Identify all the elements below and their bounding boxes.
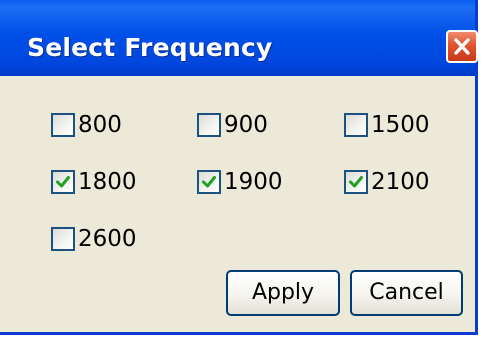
title-bar[interactable]: Select Frequency [0, 0, 478, 76]
checkbox-label: 1900 [224, 169, 283, 195]
checkbox-box[interactable] [197, 113, 221, 137]
checkbox-800[interactable]: 800 [51, 112, 122, 138]
cancel-button[interactable]: Cancel [350, 270, 463, 316]
checkbox-label: 1500 [371, 112, 430, 138]
checkbox-900[interactable]: 900 [197, 112, 268, 138]
apply-button[interactable]: Apply [226, 270, 340, 316]
checkmark-icon [202, 176, 216, 188]
checkbox-label: 2100 [371, 169, 430, 195]
checkbox-box[interactable] [344, 113, 368, 137]
checkbox-label: 800 [78, 112, 122, 138]
checkmark-icon [349, 176, 363, 188]
checkbox-2100[interactable]: 2100 [344, 169, 430, 195]
dialog-title: Select Frequency [27, 33, 273, 62]
checkbox-box[interactable] [51, 113, 75, 137]
checkbox-label: 1800 [78, 169, 137, 195]
checkbox-1900[interactable]: 1900 [197, 169, 283, 195]
checkmark-icon [56, 176, 70, 188]
checkbox-box[interactable] [344, 170, 368, 194]
checkbox-box[interactable] [51, 227, 75, 251]
checkbox-1500[interactable]: 1500 [344, 112, 430, 138]
checkbox-label: 2600 [78, 226, 137, 252]
checkbox-box[interactable] [197, 170, 221, 194]
close-button[interactable] [446, 30, 478, 63]
checkbox-1800[interactable]: 1800 [51, 169, 137, 195]
checkbox-box[interactable] [51, 170, 75, 194]
checkbox-2600[interactable]: 2600 [51, 226, 137, 252]
select-frequency-dialog: Select Frequency 800 900 1500 1800 1900 … [0, 0, 478, 335]
close-icon [454, 38, 470, 55]
checkbox-label: 900 [224, 112, 268, 138]
